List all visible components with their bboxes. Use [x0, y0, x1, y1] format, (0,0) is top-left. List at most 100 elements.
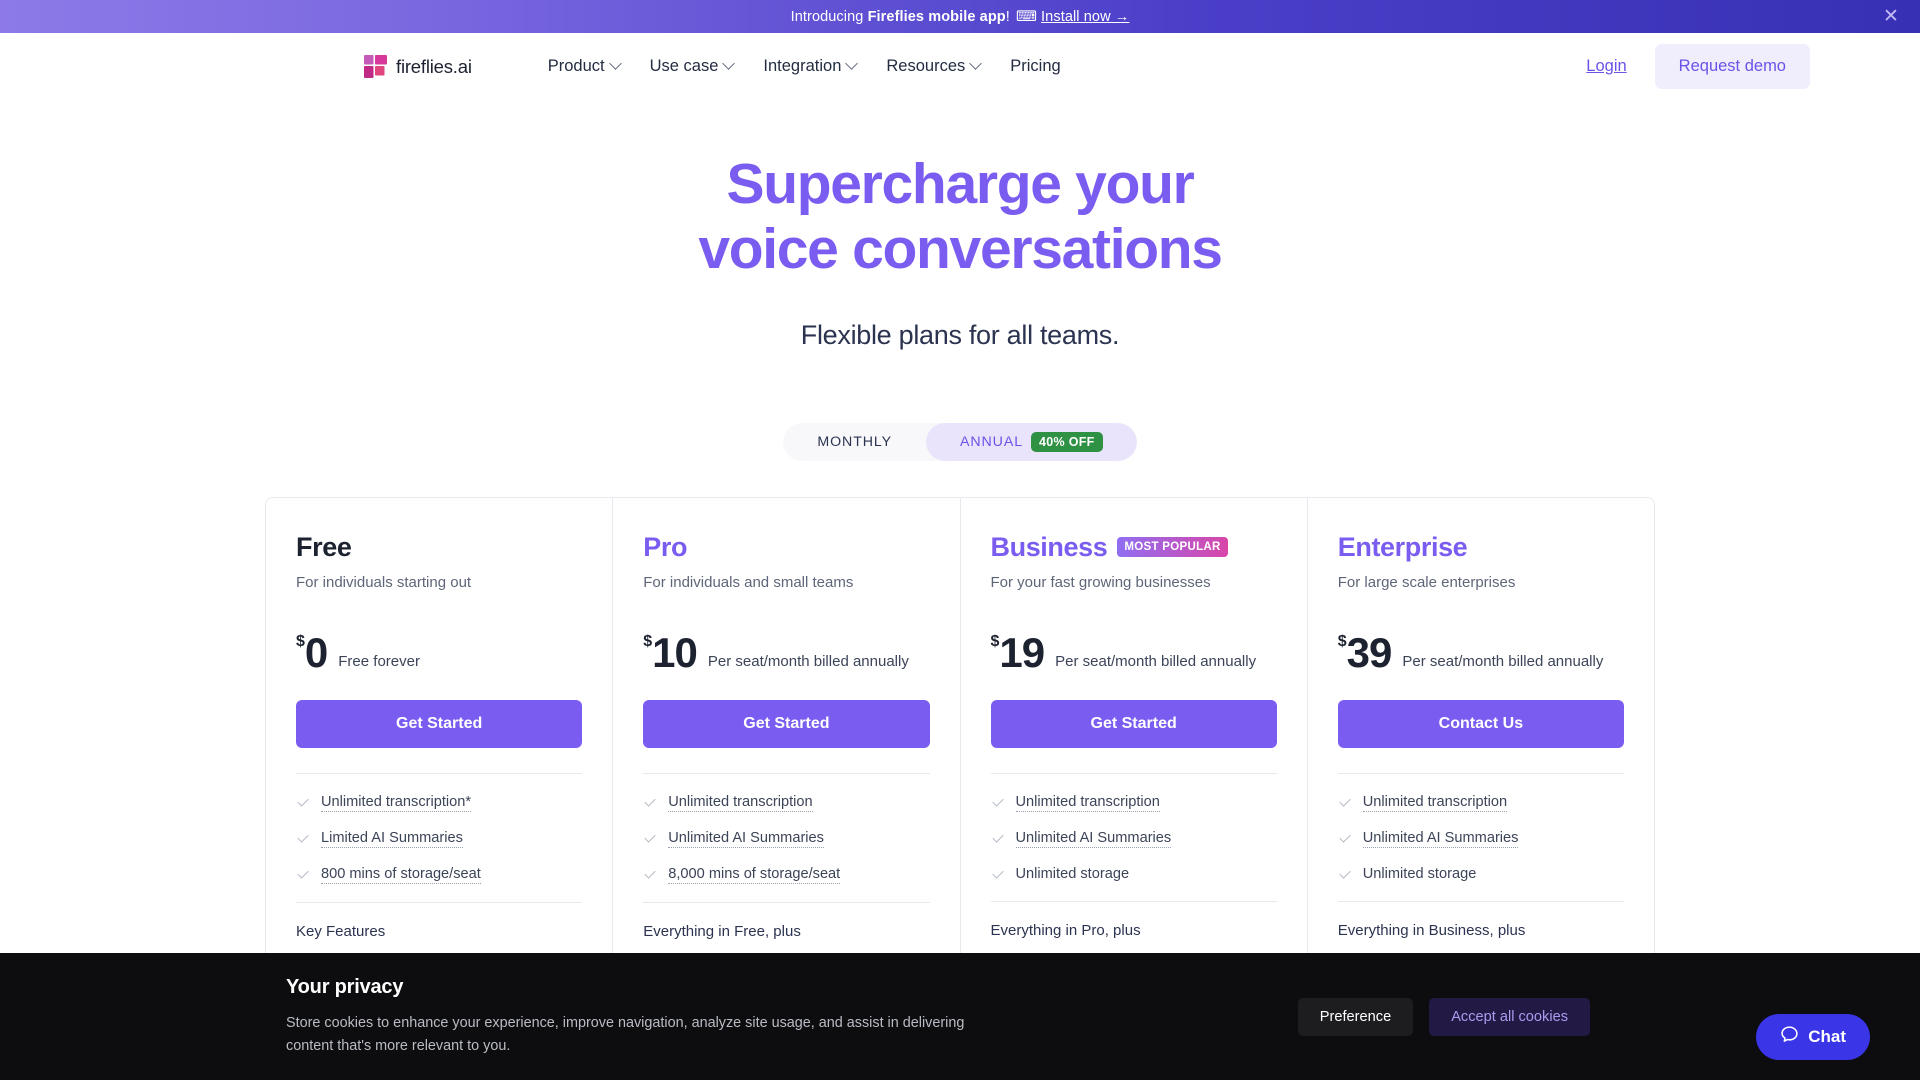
get-started-button[interactable]: Get Started: [643, 699, 930, 748]
fireflies-logo[interactable]: fireflies.ai: [364, 55, 472, 78]
divider: [643, 901, 930, 903]
feature-item: Unlimited AI Summaries: [1338, 830, 1624, 848]
nav-item-resources[interactable]: Resources: [886, 57, 983, 76]
feature-list: Unlimited transcription Unlimited AI Sum…: [1338, 774, 1624, 883]
chevron-down-icon: [845, 57, 859, 70]
chevron-down-icon: [608, 57, 622, 70]
feature-label: 800 mins of storage/seat: [321, 865, 481, 884]
feature-label: Unlimited AI Summaries: [668, 829, 824, 848]
fireflies-logo-icon: [364, 55, 387, 78]
feature-label: Unlimited AI Summaries: [1015, 829, 1172, 848]
feature-label: Unlimited transcription: [1362, 793, 1508, 812]
check-icon: [991, 833, 1005, 847]
page-title: Supercharge your voice conversations: [0, 152, 1920, 282]
plan-price-row: $ 0 Free forever: [296, 628, 582, 676]
plan-everything-label: Everything in Free, plus: [643, 922, 801, 940]
plan-price-row: $ 39 Per seat/month billed annually: [1337, 628, 1624, 676]
billing-toggle-annual[interactable]: ANNUAL 40% OFF: [926, 422, 1137, 461]
plan-description: For individuals and small teams: [643, 573, 854, 591]
nav-item-pricing-label: Pricing: [1010, 57, 1061, 75]
feature-label: Unlimited storage: [1015, 865, 1130, 882]
feature-label: Unlimited transcription: [1015, 793, 1160, 812]
plan-price-row: $ 19 Per seat/month billed annually: [990, 628, 1277, 676]
check-icon: [1338, 869, 1352, 883]
chevron-down-icon: [722, 57, 736, 70]
plan-everything-label: Everything in Business, plus: [1337, 921, 1526, 939]
card-header: Enterprise: [1338, 532, 1624, 563]
divider: [296, 901, 583, 903]
install-now-link[interactable]: Install now →: [1041, 9, 1129, 25]
billing-toggle: MONTHLY ANNUAL 40% OFF: [783, 422, 1137, 461]
contact-us-button[interactable]: Contact Us: [1337, 699, 1624, 748]
feature-list: Unlimited transcription Unlimited AI Sum…: [643, 774, 929, 884]
feature-label: Limited AI Summaries: [321, 829, 463, 848]
plan-name: Pro: [643, 531, 688, 562]
pricing-card-pro: Pro For individuals and small teams $ 10…: [613, 496, 961, 967]
plan-price-note: Per seat/month billed annually: [1055, 652, 1257, 670]
nav-item-product[interactable]: Product: [547, 57, 622, 76]
close-icon[interactable]: ✕: [1880, 6, 1902, 28]
hero-section: Supercharge your voice conversations Fle…: [0, 100, 1920, 351]
pricing-card-enterprise: Enterprise For large scale enterprises $…: [1307, 496, 1655, 967]
feature-label: 8,000 mins of storage/seat: [668, 865, 841, 884]
announcement-banner: Introducing Fireflies mobile app! ⌨ Insta…: [0, 0, 1920, 33]
check-icon: [296, 797, 310, 811]
feature-label: Unlimited transcription*: [321, 793, 472, 812]
plan-everything-label: Key Features: [296, 922, 386, 940]
hero-title-line2: voice conversations: [698, 216, 1223, 281]
login-link[interactable]: Login: [1586, 57, 1626, 76]
cookie-content: Your privacy Store cookies to enhance yo…: [286, 976, 986, 1057]
check-icon: [296, 869, 310, 883]
plan-everything-label: Everything in Pro, plus: [990, 921, 1141, 939]
plan-price: 0: [304, 628, 328, 676]
request-demo-button[interactable]: Request demo: [1654, 44, 1810, 89]
announcement-suffix: !: [1005, 8, 1015, 25]
nav-item-pricing[interactable]: Pricing: [1010, 57, 1060, 76]
announcement-text: Introducing Fireflies mobile app! ⌨ Insta…: [791, 9, 1130, 25]
hero-subtitle: Flexible plans for all teams.: [800, 319, 1120, 350]
party-emoji-icon: ⌨: [1016, 8, 1038, 25]
plan-price: 39: [1346, 628, 1393, 676]
pricing-cards: Free For individuals starting out $ 0 Fr…: [0, 496, 1920, 967]
plan-price-note: Per seat/month billed annually: [1402, 652, 1604, 670]
pricing-card-free: Free For individuals starting out $ 0 Fr…: [265, 496, 614, 967]
divider: [990, 900, 1277, 902]
divider: [1337, 900, 1624, 902]
main-navigation: fireflies.ai Product Use case Integratio…: [0, 33, 1920, 100]
plan-price: 19: [999, 628, 1045, 676]
plan-price-note: Free forever: [338, 652, 420, 670]
check-icon: [643, 869, 657, 883]
feature-label: Unlimited transcription: [668, 793, 813, 812]
plan-name: Enterprise: [1337, 531, 1468, 562]
billing-toggle-monthly[interactable]: MONTHLY: [783, 423, 926, 461]
nav-actions: Login Request demo: [1586, 44, 1864, 89]
cookie-accept-all-button[interactable]: Accept all cookies: [1429, 997, 1590, 1036]
feature-label: Unlimited storage: [1362, 865, 1477, 882]
currency-symbol: $: [990, 632, 1000, 650]
nav-links: Product Use case Integration Resources P…: [548, 57, 1061, 76]
feature-list: Unlimited transcription* Limited AI Summ…: [296, 774, 582, 884]
cookie-preference-button[interactable]: Preference: [1297, 997, 1414, 1036]
check-icon: [991, 869, 1005, 883]
plan-name: Free: [296, 531, 352, 562]
currency-symbol: $: [643, 632, 653, 650]
announcement-prefix: Introducing: [790, 8, 868, 25]
chat-widget-button[interactable]: Chat: [1756, 1014, 1870, 1060]
nav-item-integration-label: Integration: [763, 57, 842, 75]
currency-symbol: $: [296, 632, 305, 650]
cookie-consent-banner: Your privacy Store cookies to enhance yo…: [0, 953, 1920, 1080]
get-started-button[interactable]: Get Started: [990, 699, 1277, 748]
get-started-button[interactable]: Get Started: [296, 699, 583, 748]
nav-item-use-case[interactable]: Use case: [650, 57, 736, 76]
plan-description: For large scale enterprises: [1337, 573, 1516, 591]
nav-item-integration[interactable]: Integration: [763, 57, 859, 76]
feature-item: Unlimited transcription: [1338, 794, 1624, 812]
check-icon: [1338, 797, 1352, 811]
nav-item-product-label: Product: [547, 57, 605, 75]
billing-toggle-wrapper: MONTHLY ANNUAL 40% OFF: [0, 422, 1920, 461]
discount-badge: 40% OFF: [1031, 431, 1103, 452]
check-icon: [296, 833, 310, 847]
currency-symbol: $: [1337, 632, 1347, 650]
check-icon: [643, 797, 657, 811]
feature-item: Unlimited storage: [1338, 866, 1624, 883]
